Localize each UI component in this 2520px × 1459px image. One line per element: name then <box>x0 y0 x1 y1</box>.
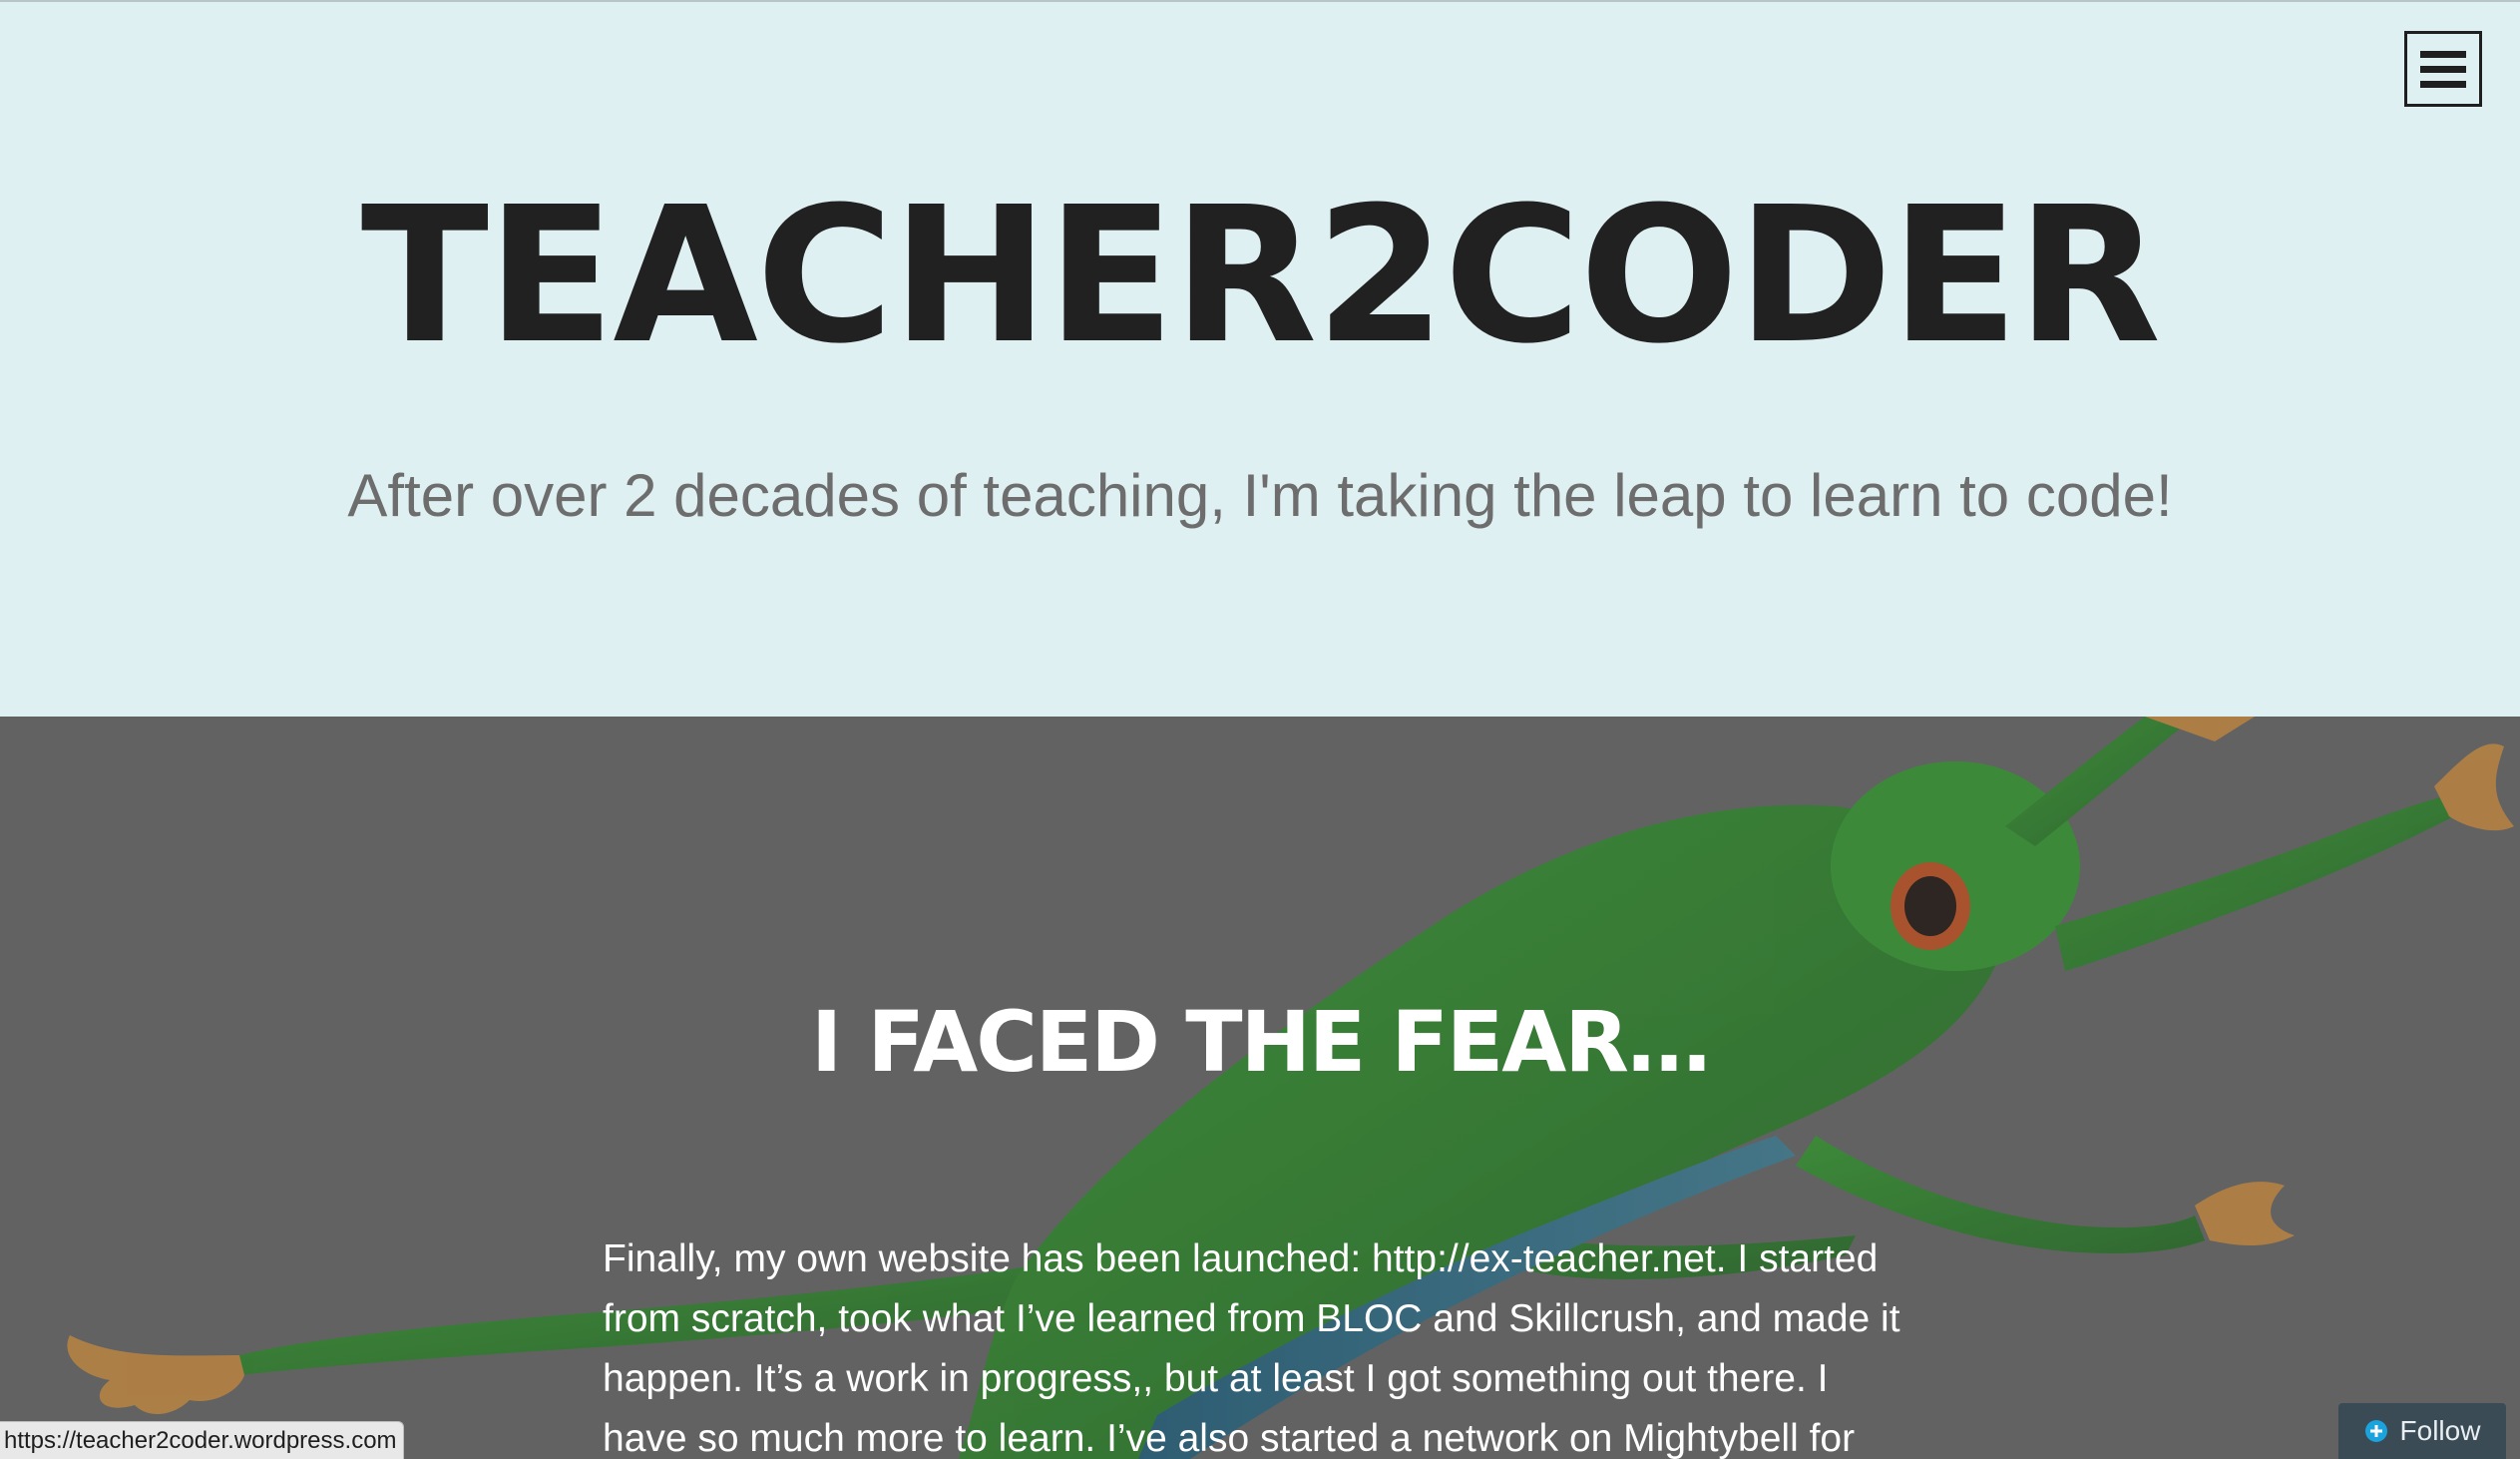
featured-post: I FACED THE FEAR… Finally, my own websit… <box>0 717 2520 1459</box>
plus-circle-icon <box>2364 1420 2387 1442</box>
hamburger-menu-icon-bar <box>2420 80 2466 88</box>
site-header: TEACHER2CODER After over 2 decades of te… <box>0 2 2520 717</box>
follow-label: Follow <box>2399 1415 2481 1446</box>
site-title[interactable]: TEACHER2CODER <box>0 167 2520 386</box>
follow-button[interactable]: Follow <box>2338 1403 2506 1459</box>
status-bar-url: https://teacher2coder.wordpress.com <box>0 1421 404 1459</box>
page: TEACHER2CODER After over 2 decades of te… <box>0 0 2520 1459</box>
hamburger-menu-icon-bar <box>2420 65 2466 73</box>
hamburger-menu-icon <box>2420 50 2466 58</box>
post-excerpt: Finally, my own website has been launche… <box>603 1237 1900 1459</box>
post-title[interactable]: I FACED THE FEAR… <box>0 992 2520 1092</box>
site-tagline: After over 2 decades of teaching, I'm ta… <box>347 462 2173 529</box>
menu-toggle-button[interactable] <box>2404 31 2482 107</box>
